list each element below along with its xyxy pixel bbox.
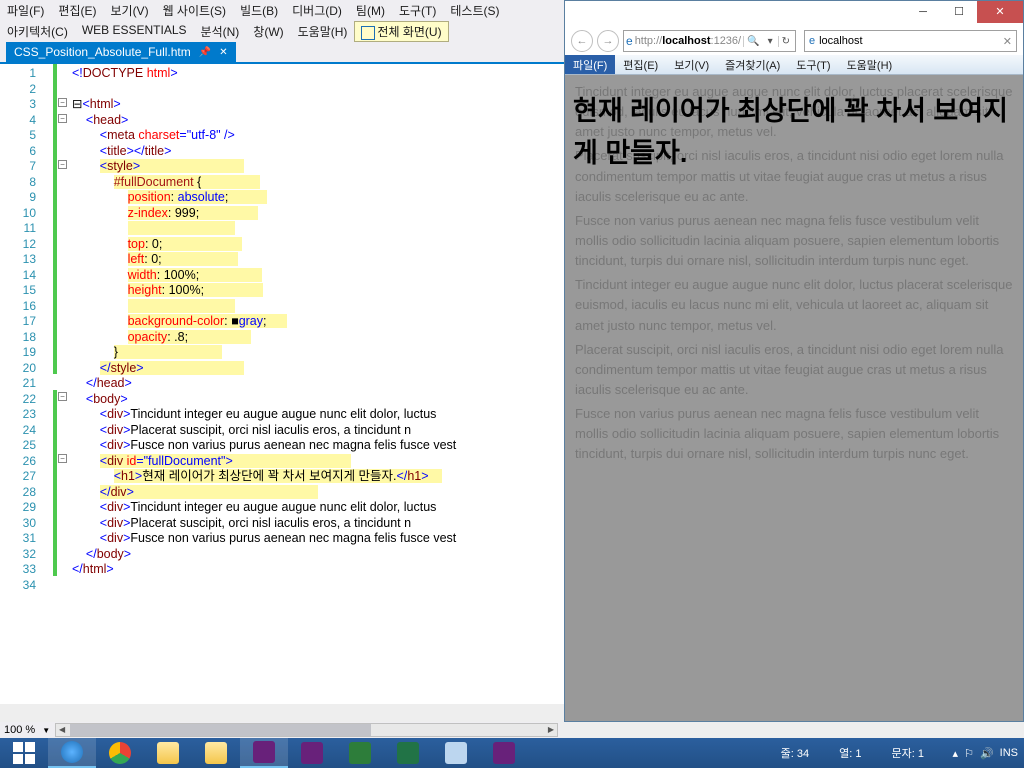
zoom-level[interactable]: 100 % [0, 724, 39, 736]
ie-menubar: 파일(F)편집(E)보기(V)즐겨찾기(A)도구(T)도움말(H) [565, 55, 1023, 75]
change-indicator [53, 64, 57, 704]
minimize-button[interactable]: ─ [905, 1, 941, 23]
vs-icon [301, 742, 323, 764]
tray-icon[interactable]: 🔊 [980, 747, 994, 760]
scroll-right-icon[interactable]: ▶ [545, 724, 557, 736]
close-icon[interactable]: ✕ [219, 47, 227, 58]
fold-icon[interactable]: − [58, 454, 67, 463]
overlay-heading: 현재 레이어가 최상단에 꽉 차서 보여지게 만들자. [565, 75, 1023, 175]
menu-item[interactable]: 편집(E) [51, 0, 103, 21]
ie-menu-item[interactable]: 편집(E) [615, 55, 666, 74]
fold-column: − − − − − [58, 64, 70, 704]
close-button[interactable]: ✕ [977, 1, 1023, 23]
back-button[interactable]: ← [571, 30, 593, 52]
taskbar-vs2[interactable] [288, 738, 336, 768]
fold-icon[interactable]: − [58, 392, 67, 401]
menu-item[interactable]: 도움말(H) [291, 21, 355, 42]
url-text: http://localhost:1236/ [635, 35, 741, 47]
scrollbar-thumb[interactable] [70, 724, 371, 736]
document-tab[interactable]: CSS_Position_Absolute_Full.htm 📌 ✕ [6, 42, 236, 62]
menu-item[interactable]: 보기(V) [103, 0, 155, 21]
menu-item[interactable]: 아키텍처(C) [0, 21, 75, 42]
ins-indicator: INS [1000, 747, 1018, 759]
windows-taskbar: 줄: 34 열: 1 문자: 1 ▴ ⚐ 🔊 INS [0, 738, 1024, 768]
maximize-button[interactable]: ☐ [941, 1, 977, 23]
excel-icon [397, 742, 419, 764]
taskbar-vs1[interactable] [240, 738, 288, 768]
tab-title: CSS_Position_Absolute_Full.htm [14, 45, 191, 59]
control-panel-icon [205, 742, 227, 764]
ie-menu-item[interactable]: 도움말(H) [839, 55, 901, 74]
search-icon[interactable]: 🔍 [743, 36, 762, 47]
editor-statusbar: 100 % ▼ ◀ ▶ [0, 722, 560, 738]
fullscreen-button[interactable]: 전체 화면(U) [354, 21, 448, 42]
menu-item[interactable]: 웹 사이트(S) [156, 0, 234, 21]
zoom-dropdown-icon[interactable]: ▼ [39, 726, 53, 735]
tray-chevron-icon[interactable]: ▴ [953, 747, 959, 760]
ie-menu-item[interactable]: 파일(F) [565, 55, 615, 74]
vs-icon [253, 741, 275, 763]
ie-icon [61, 741, 83, 763]
menu-item[interactable]: 테스트(S) [443, 0, 506, 21]
taskbar-vs3[interactable] [336, 738, 384, 768]
tab-close-icon[interactable]: ✕ [1003, 35, 1012, 48]
ie-browser-window: ─ ☐ ✕ ← → e http://localhost:1236/ 🔍 ▾ ↻… [564, 0, 1024, 722]
fold-icon[interactable]: − [58, 114, 67, 123]
ie-viewport[interactable]: Tincidunt integer eu augue augue nunc el… [565, 75, 1023, 721]
folder-icon [157, 742, 179, 764]
menu-item[interactable]: 도구(T) [392, 0, 443, 21]
ie-icon: e [809, 35, 815, 47]
taskbar-ie[interactable] [48, 738, 96, 768]
tab-title: localhost [819, 35, 862, 47]
line-gutter: 1234567891011121314151617181920212223242… [0, 64, 58, 704]
taskbar-chrome[interactable] [96, 738, 144, 768]
ie-menu-item[interactable]: 보기(V) [666, 55, 717, 74]
menu-item[interactable]: 파일(F) [0, 0, 51, 21]
menu-item[interactable]: 분석(N) [194, 21, 247, 42]
menu-item[interactable]: WEB ESSENTIALS [75, 21, 194, 42]
menu-item[interactable]: 빌드(B) [233, 0, 285, 21]
ie-menu-item[interactable]: 도구(T) [788, 55, 838, 74]
ie-menu-item[interactable]: 즐겨찾기(A) [717, 55, 788, 74]
taskbar-explorer[interactable] [144, 738, 192, 768]
forward-button[interactable]: → [597, 30, 619, 52]
fullscreen-icon [361, 26, 373, 38]
pin-icon[interactable]: 📌 [199, 47, 211, 58]
ie-navbar: ← → e http://localhost:1236/ 🔍 ▾ ↻ e loc… [565, 27, 1023, 55]
taskbar-control[interactable] [192, 738, 240, 768]
refresh-icon[interactable]: ↻ [778, 36, 793, 47]
chrome-icon [109, 742, 131, 764]
menu-item[interactable]: 창(W) [246, 21, 290, 42]
taskbar-excel[interactable] [384, 738, 432, 768]
horizontal-scrollbar[interactable]: ◀ ▶ [55, 723, 558, 737]
menu-item[interactable]: 팀(M) [349, 0, 392, 21]
address-bar[interactable]: e http://localhost:1236/ 🔍 ▾ ↻ [623, 30, 796, 52]
fold-icon[interactable]: − [58, 98, 67, 107]
dropdown-icon[interactable]: ▾ [765, 36, 776, 47]
menu-item[interactable]: 디버그(D) [285, 0, 349, 21]
vs-icon [493, 742, 515, 764]
vs-icon [349, 742, 371, 764]
tray-icon[interactable]: ⚐ [964, 747, 974, 760]
fold-icon[interactable]: − [58, 160, 67, 169]
menu-extra-container: 아키텍처(C)WEB ESSENTIALS분석(N)창(W)도움말(H) [0, 21, 354, 42]
system-tray[interactable]: ▴ ⚐ 🔊 INS [953, 747, 1018, 760]
taskbar-notepad[interactable] [432, 738, 480, 768]
scroll-left-icon[interactable]: ◀ [56, 724, 68, 736]
ie-titlebar: ─ ☐ ✕ [565, 1, 1023, 27]
notepad-icon [445, 742, 467, 764]
taskbar-vs4[interactable] [480, 738, 528, 768]
start-button[interactable] [0, 738, 48, 768]
windows-icon [13, 742, 35, 764]
browser-tab[interactable]: e localhost ✕ [804, 30, 1017, 52]
fullscreen-label: 전체 화면(U) [377, 23, 441, 40]
ie-icon: e [626, 34, 633, 48]
